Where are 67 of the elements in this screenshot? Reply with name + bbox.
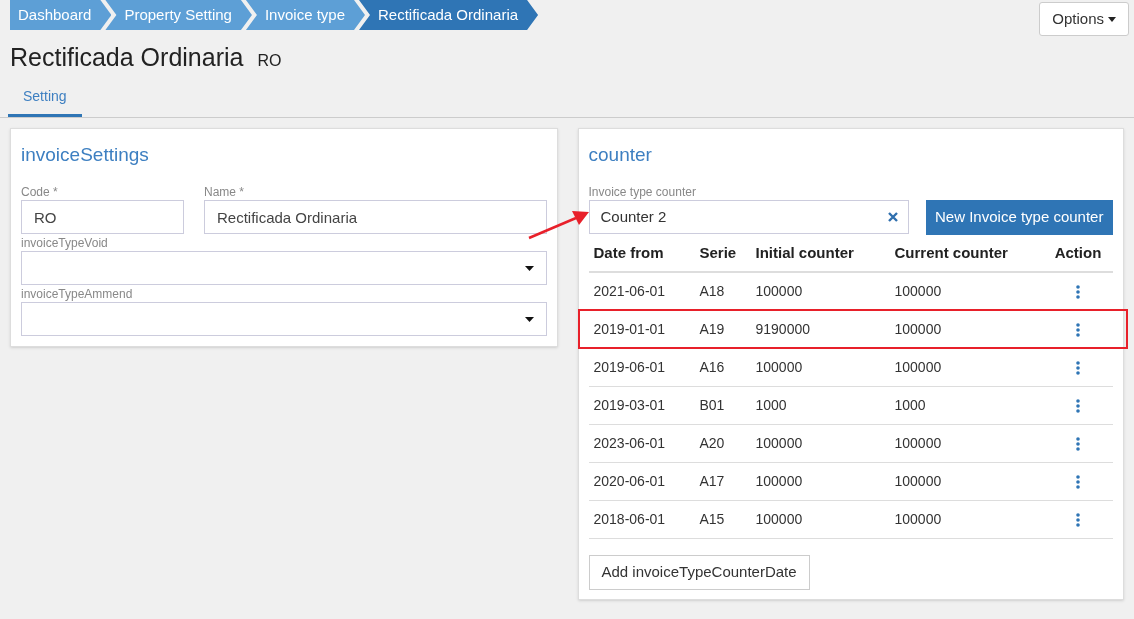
table-cell-text: 100000 [893, 358, 943, 377]
table-cell-text: A18 [698, 282, 726, 301]
table-cell-text: 1000 [893, 396, 927, 415]
table-cell-text: 100000 [893, 434, 943, 453]
options-button[interactable]: Options [1039, 2, 1129, 36]
field-label: Invoice type counter [588, 184, 697, 200]
annotation-arrow [528, 211, 589, 240]
kebab-menu-icon[interactable] [1076, 360, 1080, 375]
table-cell-text: 100000 [754, 510, 804, 529]
kebab-menu-icon[interactable] [1076, 284, 1080, 299]
breadcrumb-item[interactable]: Property Setting [105, 0, 252, 30]
table-cell-text: A20 [698, 434, 726, 453]
column-header: Date from [592, 242, 665, 263]
text-field[interactable]: Rectificada Ordinaria [204, 200, 547, 234]
table-cell-text: 2021-06-01 [592, 282, 667, 301]
add-counter-date-button[interactable]: Add invoiceTypeCounterDate [588, 555, 810, 590]
table-cell-text: A17 [698, 472, 726, 491]
text-field[interactable]: RO [21, 200, 184, 234]
column-header: Action [1053, 242, 1103, 263]
table-cell-text: 100000 [893, 472, 943, 491]
field-label: invoiceTypeVoid [21, 235, 109, 251]
breadcrumb-item[interactable]: Invoice type [245, 0, 365, 30]
table-cell-text: 9190000 [754, 320, 811, 339]
table-cell-text: 2019-06-01 [592, 358, 667, 377]
table-cell-text: B01 [698, 396, 726, 415]
kebab-menu-icon[interactable] [1076, 474, 1080, 489]
caret-icon [1108, 16, 1116, 22]
field-label: Code * [21, 184, 59, 200]
kebab-menu-icon[interactable] [1076, 398, 1080, 413]
table-cell-text: 2018-06-01 [592, 510, 667, 529]
table-cell-text: 100000 [754, 282, 804, 301]
page-title: Rectificada Ordinaria [10, 42, 244, 73]
table-cell-text: 100000 [754, 472, 804, 491]
table-cell-text: 2023-06-01 [592, 434, 667, 453]
caret-icon [524, 265, 534, 271]
table-cell-text: 100000 [893, 282, 943, 301]
dropdown-field[interactable] [21, 302, 547, 336]
breadcrumb-item[interactable]: Rectificada Ordinaria [359, 0, 539, 30]
code-label: RO [257, 51, 282, 71]
card-title: counter [588, 142, 653, 167]
field-label: Name * [204, 184, 245, 200]
table-cell-text: A15 [698, 510, 726, 529]
dropdown-field[interactable] [21, 251, 547, 285]
kebab-menu-icon[interactable] [1076, 512, 1080, 527]
card-title: invoiceSettings [21, 142, 150, 167]
new-counter-button[interactable]: New Invoice type counter [925, 200, 1113, 235]
table-cell-text: 2019-03-01 [592, 396, 667, 415]
tab[interactable]: Setting [8, 85, 82, 117]
clear-icon[interactable] [887, 212, 898, 222]
field-label: invoiceTypeAmmend [21, 286, 134, 302]
table-cell-text: 100000 [893, 320, 943, 339]
table-cell-text: 100000 [754, 358, 804, 377]
kebab-menu-icon[interactable] [1076, 322, 1080, 337]
table-cell-text: A16 [698, 358, 726, 377]
breadcrumb-item[interactable]: Dashboard [10, 0, 112, 30]
kebab-menu-icon[interactable] [1076, 436, 1080, 451]
caret-icon [524, 316, 534, 322]
table-cell-text: A19 [698, 320, 726, 339]
table-cell-text: 2019-01-01 [592, 320, 667, 339]
table-cell-text: 2020-06-01 [592, 472, 667, 491]
table-cell-text: 1000 [754, 396, 788, 415]
table-cell-text: 100000 [893, 510, 943, 529]
column-header: Current counter [893, 242, 1009, 263]
counter-select[interactable]: Counter 2 [588, 200, 909, 234]
column-header: Serie [698, 242, 738, 263]
table-cell-text: 100000 [754, 434, 804, 453]
column-header: Initial counter [754, 242, 855, 263]
